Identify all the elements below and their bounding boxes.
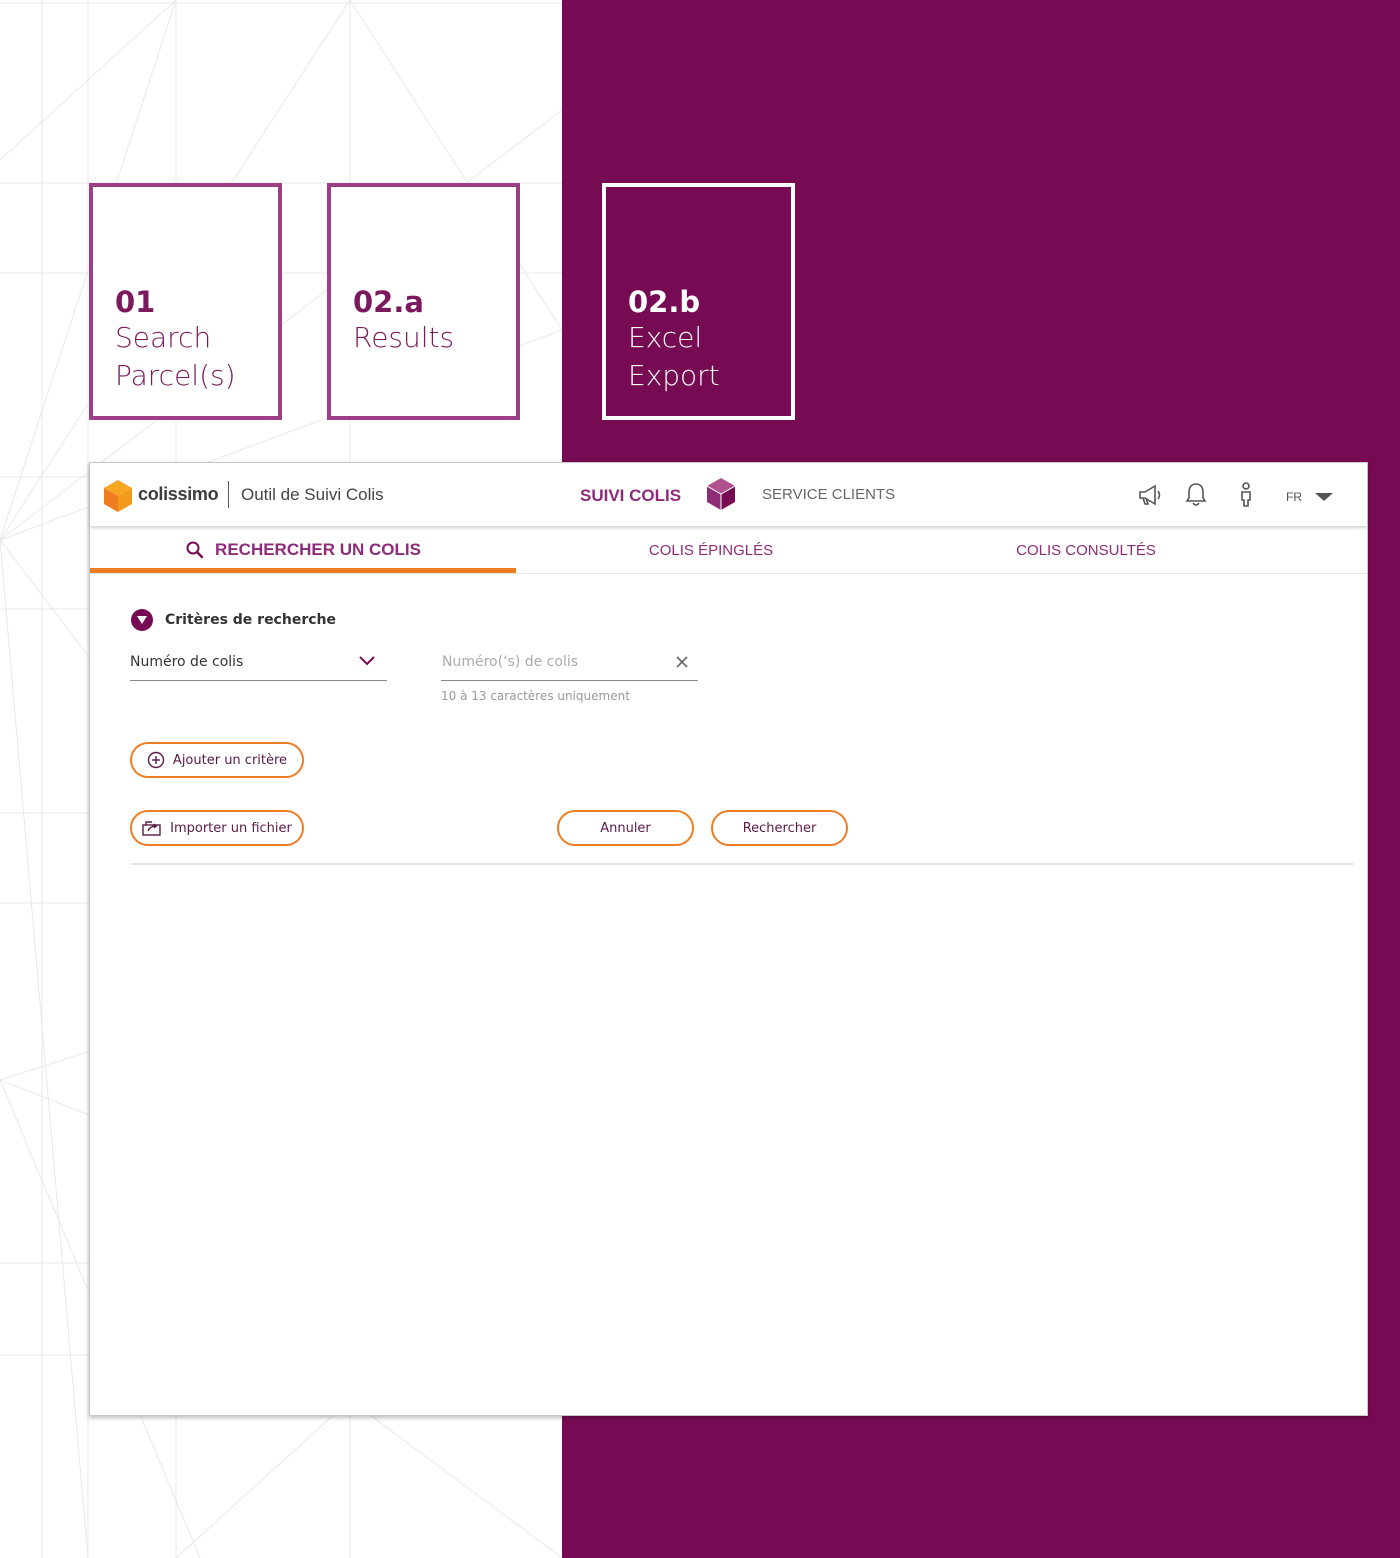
parcel-number-input[interactable]: Numéro(‘s) de colis	[441, 650, 698, 681]
select-value: Numéro de colis	[130, 654, 244, 670]
step-card-results[interactable]: 02.a Results	[327, 183, 520, 420]
search-button[interactable]: Rechercher	[711, 810, 848, 846]
parcel-box-icon[interactable]	[707, 478, 735, 510]
cancel-button[interactable]: Annuler	[557, 810, 694, 846]
form-divider	[130, 863, 1354, 865]
app-title: Outil de Suivi Colis	[241, 485, 384, 504]
language-selector[interactable]: FR	[1286, 490, 1302, 504]
button-label: Ajouter un critère	[172, 752, 288, 768]
step-number: 02.b	[628, 285, 701, 319]
add-criteria-button[interactable]: Ajouter un critère	[130, 742, 304, 778]
step-title: Search Parcel(s)	[115, 321, 236, 392]
input-hint: 10 à 13 caractères uniquement	[441, 689, 630, 703]
step-number: 01	[115, 285, 156, 319]
import-icon	[142, 820, 162, 836]
criteria-title: Critères de recherche	[165, 612, 336, 628]
tab-label: COLIS CONSULTÉS	[1016, 541, 1156, 559]
chevron-down-icon[interactable]	[1314, 492, 1334, 502]
plus-circle-icon	[147, 751, 165, 769]
button-label: Rechercher	[742, 820, 817, 836]
collapse-triangle-icon	[131, 609, 153, 631]
tab-label: COLIS ÉPINGLÉS	[648, 541, 774, 559]
top-bar: colissimo Outil de Suivi Colis SUIVI COL…	[90, 463, 1367, 526]
logo-text: colissimo	[138, 484, 219, 504]
tab-colis-consultes[interactable]: COLIS CONSULTÉS	[906, 526, 1266, 574]
chevron-down-icon	[359, 656, 375, 666]
import-file-button[interactable]: Importer un fichier	[130, 810, 304, 846]
tab-colis-epingles[interactable]: COLIS ÉPINGLÉS	[516, 526, 906, 574]
criteria-type-select[interactable]: Numéro de colis	[130, 650, 387, 681]
active-tab-indicator	[90, 568, 516, 573]
step-number: 02.a	[353, 285, 424, 319]
megaphone-icon[interactable]	[1137, 483, 1163, 507]
close-icon[interactable]	[676, 656, 688, 668]
tab-rechercher[interactable]: RECHERCHER UN COLIS	[90, 526, 516, 574]
button-label: Importer un fichier	[170, 820, 292, 836]
tab-bar: RECHERCHER UN COLIS COLIS ÉPINGLÉS COLIS…	[90, 526, 1367, 574]
criteria-toggle[interactable]: Critères de recherche	[131, 609, 336, 631]
nav-suivi-colis[interactable]: SUIVI COLIS	[580, 486, 681, 506]
logo-separator	[228, 481, 229, 508]
user-icon[interactable]	[1238, 482, 1254, 508]
bell-icon[interactable]	[1185, 482, 1207, 508]
step-title: Results	[353, 321, 455, 354]
input-placeholder: Numéro(‘s) de colis	[442, 654, 579, 670]
tab-label: RECHERCHER UN COLIS	[215, 540, 421, 559]
colissimo-logo-icon	[104, 480, 132, 512]
step-card-search[interactable]: 01 Search Parcel(s)	[89, 183, 282, 420]
search-icon	[186, 541, 204, 559]
step-title: Excel Export	[628, 321, 720, 392]
nav-service-clients[interactable]: SERVICE CLIENTS	[762, 486, 895, 503]
step-card-excel-export[interactable]: 02.b Excel Export	[602, 183, 795, 420]
app-window: colissimo Outil de Suivi Colis SUIVI COL…	[89, 462, 1368, 1416]
button-label: Annuler	[600, 820, 651, 836]
